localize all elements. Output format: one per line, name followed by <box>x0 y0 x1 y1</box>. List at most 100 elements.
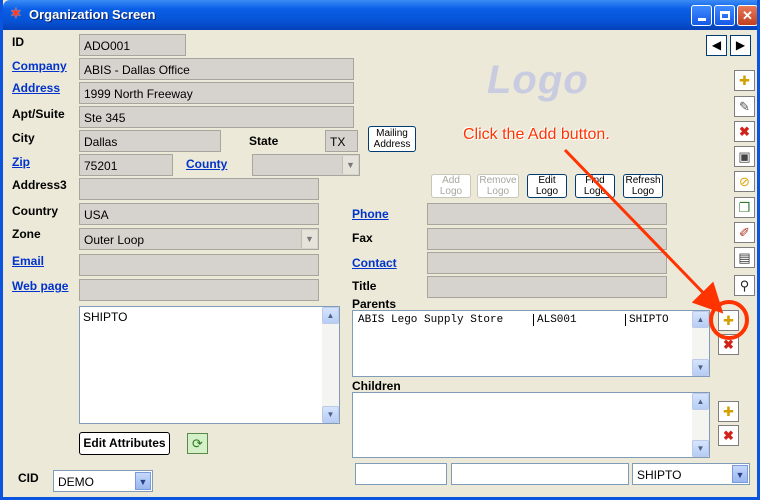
add-parent-button[interactable]: ✚ <box>718 310 739 331</box>
cancel-button[interactable]: ⊘ <box>734 171 755 192</box>
edit-record-button[interactable]: ✎ <box>734 96 755 117</box>
add-logo-button[interactable]: Add Logo <box>431 174 471 198</box>
delete-icon: ✖ <box>723 337 734 352</box>
children-list[interactable]: ▲ ▼ <box>352 392 710 458</box>
report-button[interactable]: ▤ <box>734 247 755 268</box>
refresh-logo-button[interactable]: Refresh Logo <box>623 174 663 198</box>
bottom-field-2[interactable] <box>451 463 629 485</box>
phone-link[interactable]: Phone <box>352 207 389 221</box>
email-field[interactable] <box>79 254 319 276</box>
id-field[interactable]: ADO001 <box>79 34 186 56</box>
save-icon: ▣ <box>738 149 751 164</box>
new-record-button[interactable]: ✚ <box>734 70 755 91</box>
edit-logo-button[interactable]: Edit Logo <box>527 174 567 198</box>
title-field[interactable] <box>427 276 667 298</box>
scroll-up-icon[interactable]: ▲ <box>692 311 709 328</box>
parents-list[interactable]: ABIS Lego Supply Store ALS001 SHIPTO ▲ ▼ <box>352 310 710 377</box>
organization-window: ✶ Organization Screen ✕ ID Company Addre… <box>0 0 760 500</box>
scroll-up-icon[interactable]: ▲ <box>322 307 339 324</box>
country-field[interactable]: USA <box>79 203 319 225</box>
chevron-down-icon[interactable]: ▼ <box>342 156 358 174</box>
find-logo-label-2: Logo <box>583 186 607 197</box>
list-item[interactable]: ABIS Lego Supply Store ALS001 SHIPTO <box>358 314 688 328</box>
type-select[interactable]: SHIPTO ▼ <box>632 463 750 485</box>
zip-field[interactable]: 75201 <box>79 154 173 176</box>
company-field[interactable]: ABIS - Dallas Office <box>79 58 354 80</box>
report-icon: ▤ <box>738 250 751 265</box>
fax-field[interactable] <box>427 228 667 250</box>
apt-suite-field[interactable]: Ste 345 <box>79 106 354 128</box>
notes-textarea[interactable]: SHIPTO ▲ ▼ <box>79 306 340 424</box>
edit-attributes-button[interactable]: Edit Attributes <box>79 432 170 455</box>
maximize-button[interactable] <box>714 5 735 26</box>
close-button[interactable]: ✕ <box>737 5 757 26</box>
scroll-down-icon[interactable]: ▼ <box>692 440 709 457</box>
scroll-down-icon[interactable]: ▼ <box>322 406 339 423</box>
contact-field[interactable] <box>427 252 667 274</box>
cid-select[interactable]: DEMO ▼ <box>53 470 153 492</box>
title-label: Title <box>352 279 377 293</box>
parent-name: ABIS Lego Supply Store <box>358 314 504 326</box>
find-logo-button[interactable]: Find Logo <box>575 174 615 198</box>
type-value: SHIPTO <box>637 468 682 482</box>
address-field[interactable]: 1999 North Freeway <box>79 82 354 104</box>
delete-icon: ✖ <box>723 428 734 443</box>
county-select[interactable]: ▼ <box>252 154 360 176</box>
previous-record-button[interactable]: ◀ <box>706 35 727 56</box>
minimize-button[interactable] <box>691 5 712 26</box>
remove-logo-button[interactable]: Remove Logo <box>477 174 519 198</box>
refresh-button[interactable]: ⟳ <box>187 433 208 454</box>
phone-field[interactable] <box>427 203 667 225</box>
city-field[interactable]: Dallas <box>79 130 221 152</box>
chevron-down-icon[interactable]: ▼ <box>732 465 748 483</box>
bottom-field-1[interactable] <box>355 463 447 485</box>
email-link[interactable]: Email <box>12 254 44 268</box>
find-logo-label-1: Find <box>585 175 605 186</box>
parent-type: SHIPTO <box>625 314 669 326</box>
fax-label: Fax <box>352 231 373 245</box>
address3-field[interactable] <box>79 178 319 200</box>
edit-logo-label-1: Edit <box>538 175 556 186</box>
scroll-down-icon[interactable]: ▼ <box>692 359 709 376</box>
window-title: Organization Screen <box>29 7 156 22</box>
copy-button[interactable]: ❐ <box>734 197 755 218</box>
chevron-down-icon[interactable]: ▼ <box>135 472 151 490</box>
parents-scrollbar[interactable]: ▲ ▼ <box>692 311 709 376</box>
address-link[interactable]: Address <box>12 81 60 95</box>
remove-logo-label-1: Remove <box>479 175 517 186</box>
find-button[interactable]: ⚲ <box>734 275 755 296</box>
state-field[interactable]: TX <box>325 130 358 152</box>
children-scrollbar[interactable]: ▲ ▼ <box>692 393 709 457</box>
county-link[interactable]: County <box>186 157 227 171</box>
next-record-button[interactable]: ▶ <box>730 35 751 56</box>
web-page-field[interactable] <box>79 279 319 301</box>
company-link[interactable]: Company <box>12 59 67 73</box>
notes-scrollbar[interactable]: ▲ ▼ <box>322 307 339 423</box>
find-icon: ⚲ <box>739 278 750 293</box>
web-page-link[interactable]: Web page <box>12 279 68 293</box>
parents-label: Parents <box>352 297 397 311</box>
copy-icon: ❐ <box>738 200 751 215</box>
remove-child-button[interactable]: ✖ <box>718 425 739 446</box>
chevron-down-icon[interactable]: ▼ <box>301 230 317 248</box>
mailing-address-button[interactable]: Mailing Address <box>368 126 416 152</box>
zip-link[interactable]: Zip <box>12 155 30 169</box>
arrow-left-icon: ◀ <box>711 38 722 52</box>
notes-text: SHIPTO <box>83 310 128 324</box>
add-child-button[interactable]: ✚ <box>718 401 739 422</box>
contact-link[interactable]: Contact <box>352 256 397 270</box>
delete-icon: ✖ <box>739 124 750 139</box>
notes-button[interactable]: ✐ <box>734 222 755 243</box>
save-button[interactable]: ▣ <box>734 146 755 167</box>
zone-select[interactable]: Outer Loop ▼ <box>79 228 319 250</box>
app-icon: ✶ <box>10 5 22 21</box>
refresh-icon: ⟳ <box>192 436 203 451</box>
new-record-icon: ✚ <box>739 73 750 88</box>
delete-record-button[interactable]: ✖ <box>734 121 755 142</box>
remove-parent-button[interactable]: ✖ <box>718 334 739 355</box>
title-bar: ✶ Organization Screen ✕ <box>3 0 757 30</box>
cid-value: DEMO <box>58 475 94 489</box>
zone-label: Zone <box>12 227 41 241</box>
id-label: ID <box>12 35 24 49</box>
scroll-up-icon[interactable]: ▲ <box>692 393 709 410</box>
